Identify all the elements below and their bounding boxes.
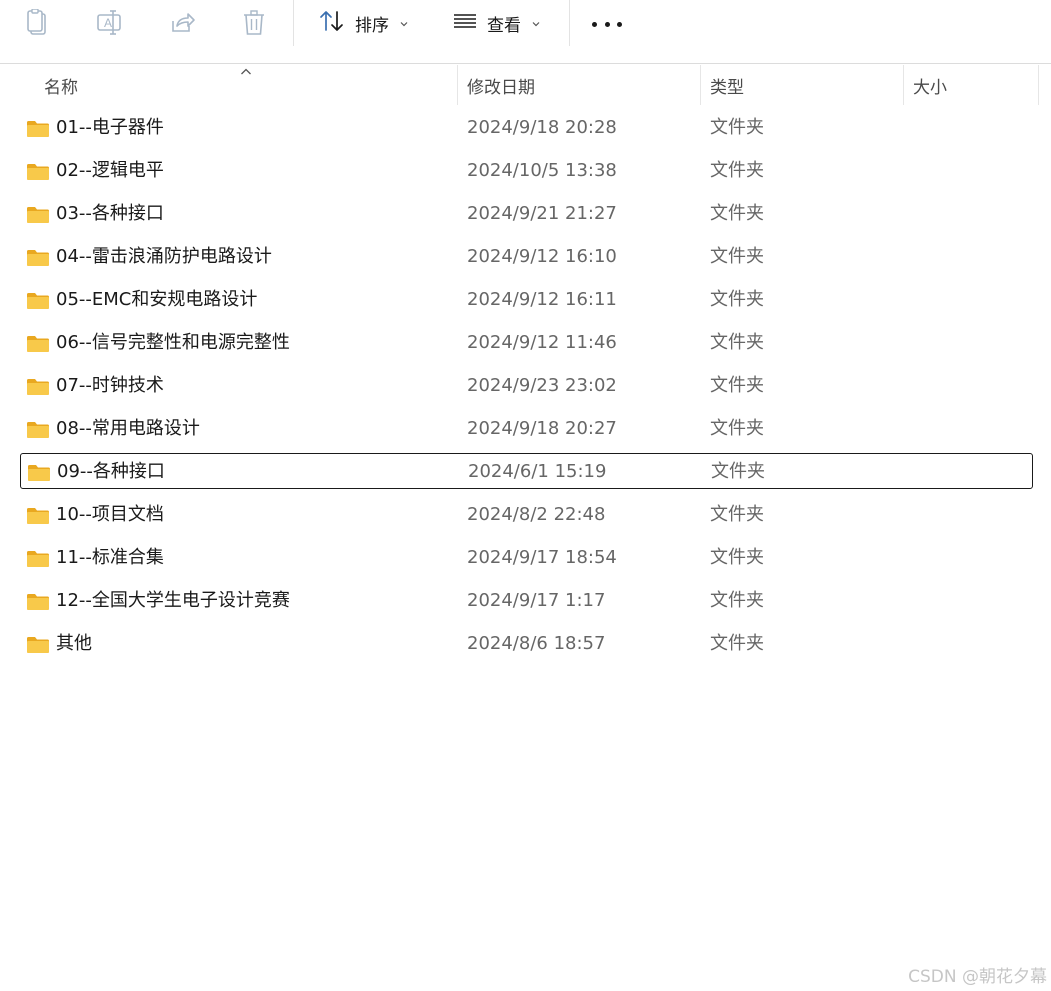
folder-icon	[26, 507, 50, 525]
file-type: 文件夹	[710, 160, 764, 181]
file-row[interactable]: 11--标准合集 2024/9/17 18:54 文件夹	[20, 540, 1033, 576]
sort-label: 排序	[355, 15, 389, 36]
column-divider[interactable]	[457, 65, 458, 105]
file-modified-date: 2024/9/12 16:10	[467, 246, 617, 267]
folder-icon	[26, 636, 50, 654]
file-name: 03--各种接口	[56, 203, 164, 224]
file-modified-date: 2024/9/12 16:11	[467, 289, 617, 310]
folder-icon	[26, 163, 50, 181]
file-name: 10--项目文档	[56, 504, 164, 525]
file-modified-date: 2024/9/17 1:17	[467, 590, 606, 611]
more-dot-icon	[617, 21, 622, 27]
sort-button[interactable]: 排序	[318, 6, 409, 40]
more-dot-icon	[604, 21, 610, 27]
file-type: 文件夹	[710, 246, 764, 267]
file-name: 07--时钟技术	[56, 375, 164, 396]
file-row[interactable]: 03--各种接口 2024/9/21 21:27 文件夹	[20, 196, 1033, 232]
delete-icon[interactable]	[239, 8, 269, 38]
file-name: 05--EMC和安规电路设计	[56, 289, 258, 310]
file-modified-date: 2024/9/17 18:54	[467, 547, 617, 568]
chevron-down-icon	[399, 13, 409, 33]
file-name: 02--逻辑电平	[56, 160, 164, 181]
view-label: 查看	[487, 15, 521, 36]
file-type: 文件夹	[710, 590, 764, 611]
file-row[interactable]: 01--电子器件 2024/9/18 20:28 文件夹	[20, 110, 1033, 146]
command-bar: A 排序 查看	[0, 0, 1051, 64]
file-modified-date: 2024/9/18 20:27	[467, 418, 617, 439]
folder-icon	[26, 378, 50, 396]
file-type: 文件夹	[710, 203, 764, 224]
file-type: 文件夹	[710, 117, 764, 138]
file-modified-date: 2024/8/6 18:57	[467, 633, 606, 654]
file-name: 12--全国大学生电子设计竞赛	[56, 590, 290, 611]
column-divider[interactable]	[1038, 65, 1039, 105]
file-row[interactable]: 08--常用电路设计 2024/9/18 20:27 文件夹	[20, 411, 1033, 447]
folder-icon	[26, 421, 50, 439]
view-button[interactable]: 查看	[452, 6, 541, 40]
file-type: 文件夹	[710, 332, 764, 353]
file-type: 文件夹	[710, 289, 764, 310]
toolbar-divider	[569, 0, 570, 46]
paste-icon[interactable]	[23, 8, 53, 38]
folder-icon	[27, 464, 51, 482]
folder-icon	[26, 550, 50, 568]
file-row[interactable]: 10--项目文档 2024/8/2 22:48 文件夹	[20, 497, 1033, 533]
view-icon	[452, 11, 478, 36]
folder-icon	[26, 249, 50, 267]
file-name: 08--常用电路设计	[56, 418, 200, 439]
folder-icon	[26, 292, 50, 310]
file-modified-date: 2024/8/2 22:48	[467, 504, 606, 525]
file-name: 其他	[56, 633, 92, 654]
more-options-button[interactable]	[592, 14, 622, 34]
column-header-size[interactable]: 大小	[913, 65, 947, 105]
file-type: 文件夹	[710, 547, 764, 568]
column-header-name[interactable]: 名称	[44, 65, 78, 105]
folder-icon	[26, 120, 50, 138]
chevron-down-icon	[531, 13, 541, 33]
column-divider[interactable]	[903, 65, 904, 105]
file-row[interactable]: 06--信号完整性和电源完整性 2024/9/12 11:46 文件夹	[20, 325, 1033, 361]
file-name: 09--各种接口	[57, 461, 165, 482]
file-row[interactable]: 02--逻辑电平 2024/10/5 13:38 文件夹	[20, 153, 1033, 189]
folder-icon	[26, 593, 50, 611]
file-type: 文件夹	[710, 504, 764, 525]
sort-ascending-icon	[240, 62, 252, 75]
folder-icon	[26, 335, 50, 353]
file-name: 11--标准合集	[56, 547, 164, 568]
rename-icon[interactable]: A	[95, 8, 125, 38]
column-header: 名称 修改日期 类型 大小	[0, 65, 1051, 105]
file-row[interactable]: 12--全国大学生电子设计竞赛 2024/9/17 1:17 文件夹	[20, 583, 1033, 619]
watermark: CSDN @朝花夕幕	[908, 967, 1047, 987]
file-modified-date: 2024/9/12 11:46	[467, 332, 617, 353]
column-divider[interactable]	[700, 65, 701, 105]
file-row[interactable]: 05--EMC和安规电路设计 2024/9/12 16:11 文件夹	[20, 282, 1033, 318]
file-name: 04--雷击浪涌防护电路设计	[56, 246, 272, 267]
file-row[interactable]: 其他 2024/8/6 18:57 文件夹	[20, 626, 1033, 662]
file-row[interactable]: 09--各种接口 2024/6/1 15:19 文件夹	[20, 453, 1033, 489]
more-dot-icon	[592, 21, 597, 27]
file-type: 文件夹	[710, 633, 764, 654]
folder-icon	[26, 206, 50, 224]
file-row[interactable]: 07--时钟技术 2024/9/23 23:02 文件夹	[20, 368, 1033, 404]
file-type: 文件夹	[711, 461, 765, 482]
file-modified-date: 2024/6/1 15:19	[468, 461, 607, 482]
file-row[interactable]: 04--雷击浪涌防护电路设计 2024/9/12 16:10 文件夹	[20, 239, 1033, 275]
file-type: 文件夹	[710, 418, 764, 439]
file-modified-date: 2024/9/18 20:28	[467, 117, 617, 138]
file-type: 文件夹	[710, 375, 764, 396]
column-header-type[interactable]: 类型	[710, 65, 744, 105]
toolbar-divider	[293, 0, 294, 46]
file-modified-date: 2024/9/21 21:27	[467, 203, 617, 224]
sort-icon	[318, 9, 346, 38]
file-modified-date: 2024/10/5 13:38	[467, 160, 617, 181]
share-icon[interactable]	[167, 8, 197, 38]
column-header-modified[interactable]: 修改日期	[467, 65, 535, 105]
file-name: 06--信号完整性和电源完整性	[56, 332, 290, 353]
svg-text:A: A	[104, 16, 112, 30]
file-name: 01--电子器件	[56, 117, 164, 138]
file-modified-date: 2024/9/23 23:02	[467, 375, 617, 396]
